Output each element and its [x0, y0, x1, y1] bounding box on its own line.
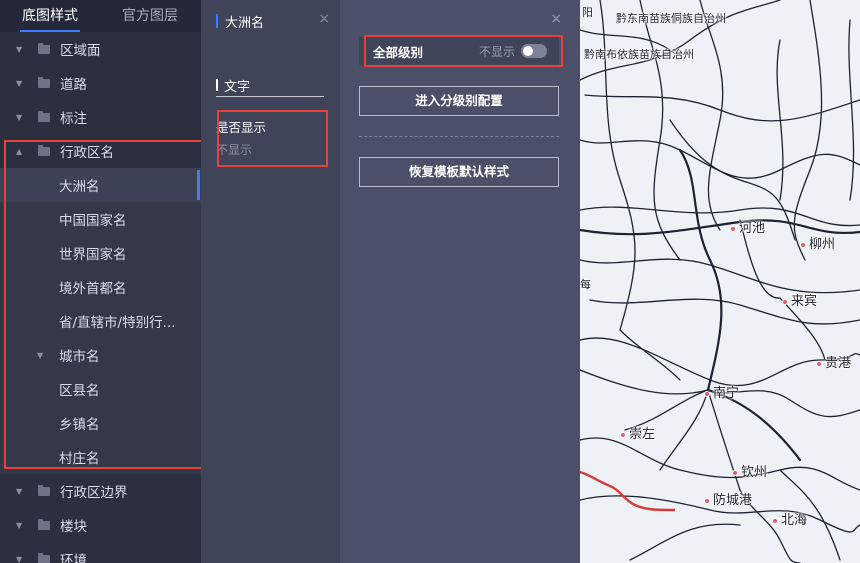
- city-marker: [800, 241, 806, 248]
- tree-item-label: 环境: [60, 553, 87, 563]
- chevron-down-icon: ▼: [16, 520, 23, 530]
- section-marker: [216, 79, 218, 91]
- panel-header: 大洲名 ×: [201, 0, 340, 42]
- chevron-up-icon: ▲: [16, 146, 23, 156]
- tree-item-labels[interactable]: ▼ 标注: [0, 100, 201, 134]
- map-label-beihai: 北海: [772, 509, 807, 528]
- tree-item-town-name[interactable]: 乡镇名: [0, 406, 201, 440]
- map-label-hechi: 河池: [730, 217, 765, 236]
- tab-basemap-style[interactable]: 底图样式: [0, 0, 100, 32]
- map-label-qiandongnan: 黔东南苗族侗族自治州: [616, 12, 726, 25]
- tree-item-province-name[interactable]: 省/直辖市/特别行...: [0, 304, 201, 338]
- city-marker: [704, 497, 710, 504]
- chevron-down-icon: ▼: [16, 78, 23, 88]
- city-marker: [816, 360, 822, 367]
- tree-item-label: 行政区边界: [60, 485, 128, 501]
- tree-item-admin-names[interactable]: ▲ 行政区名: [0, 134, 201, 168]
- tree-item-roads[interactable]: ▼ 道路: [0, 66, 201, 100]
- tree-item-label: 标注: [60, 111, 87, 127]
- map-label-laibin: 来宾: [782, 290, 817, 309]
- enter-level-config-button[interactable]: 进入分级别配置: [359, 86, 559, 116]
- map-label-nanning: 南宁: [704, 382, 739, 401]
- visibility-label: 是否显示: [216, 120, 267, 135]
- map-label-fangchenggang: 防城港: [704, 489, 752, 508]
- map-label-edge-top: 阳: [582, 6, 593, 19]
- map-label-edge-mid: 每: [580, 278, 591, 291]
- tree-item-label: 大洲名: [59, 179, 100, 195]
- visibility-field[interactable]: 是否显示 不显示: [216, 117, 266, 158]
- tree-item-label: 区域面: [60, 43, 101, 59]
- visibility-toggle[interactable]: [521, 44, 547, 58]
- visibility-value: 不显示: [216, 143, 253, 157]
- close-icon[interactable]: ×: [318, 11, 330, 27]
- all-levels-label: 全部级别: [373, 44, 424, 60]
- folder-icon: [38, 552, 50, 563]
- tree-item-label: 道路: [60, 77, 87, 93]
- folder-icon: [38, 110, 50, 122]
- panel-tabs: 底图样式 官方图层: [0, 0, 201, 32]
- tree-item-label: 行政区名: [60, 145, 114, 161]
- tree-item-label: 中国国家名: [59, 213, 127, 229]
- tree-item-continent-name[interactable]: 大洲名: [0, 168, 201, 202]
- folder-icon: [38, 518, 50, 530]
- map-label-chongzuo: 崇左: [620, 423, 655, 442]
- section-text[interactable]: 文字: [216, 74, 324, 97]
- tree-item-environment[interactable]: ▼ 环境: [0, 542, 201, 563]
- tree-item-label: 境外首都名: [59, 281, 127, 297]
- city-marker: [782, 298, 788, 305]
- map-label-qinzhou: 钦州: [732, 461, 767, 480]
- section-title: 文字: [224, 79, 251, 95]
- folder-icon: [38, 42, 50, 54]
- all-levels-row: 全部级别 不显示: [359, 37, 559, 65]
- tree-item-foreign-capital-name[interactable]: 境外首都名: [0, 270, 201, 304]
- city-marker: [620, 431, 626, 438]
- close-icon[interactable]: ×: [550, 11, 562, 27]
- chevron-down-icon: ▼: [16, 44, 23, 54]
- title-marker: [216, 14, 218, 28]
- map-label-guigang: 贵港: [816, 352, 851, 371]
- tree-item-china-country-name[interactable]: 中国国家名: [0, 202, 201, 236]
- tree-item-label: 省/直辖市/特别行...: [59, 315, 176, 331]
- tree-item-label: 楼块: [60, 519, 87, 535]
- panel-title: 大洲名: [225, 15, 265, 31]
- tree-item-area[interactable]: ▼ 区域面: [0, 32, 201, 66]
- city-marker: [730, 225, 736, 232]
- tree-item-label: 区县名: [59, 383, 100, 399]
- city-marker: [772, 517, 778, 524]
- map-preview[interactable]: 阳 黔东南苗族侗族自治州 黔南布依族苗族自治州 每 河池 柳州 来宾 贵港 南宁…: [580, 0, 860, 563]
- tree-item-label: 城市名: [59, 349, 100, 365]
- city-marker: [732, 469, 738, 476]
- tree-item-admin-boundary[interactable]: ▼ 行政区边界: [0, 474, 201, 508]
- restore-default-style-button[interactable]: 恢复模板默认样式: [359, 157, 559, 187]
- tree-item-district-name[interactable]: 区县名: [0, 372, 201, 406]
- chevron-down-icon: ▼: [16, 112, 23, 122]
- divider: [359, 136, 559, 137]
- city-marker: [704, 390, 710, 397]
- map-label-liuzhou: 柳州: [800, 233, 835, 252]
- tab-official-layers[interactable]: 官方图层: [100, 0, 200, 32]
- folder-icon: [38, 144, 50, 156]
- chevron-down-icon: ▼: [16, 554, 23, 563]
- tree-item-village-name[interactable]: 村庄名: [0, 440, 201, 474]
- tree-item-buildings[interactable]: ▼ 楼块: [0, 508, 201, 542]
- tree-item-label: 乡镇名: [59, 417, 100, 433]
- folder-icon: [38, 76, 50, 88]
- tree-item-label: 村庄名: [59, 451, 100, 467]
- chevron-down-icon: ▼: [16, 486, 23, 496]
- tree-item-world-country-name[interactable]: 世界国家名: [0, 236, 201, 270]
- national-border-line: [580, 470, 676, 512]
- tree-item-city-name[interactable]: ▼ 城市名: [0, 338, 201, 372]
- config-panel: × 全部级别 不显示 进入分级别配置 恢复模板默认样式: [340, 0, 580, 563]
- left-tree-panel: 底图样式 官方图层 ▼ 区域面 ▼ 道路 ▼ 标注 ▲ 行政区名 大洲名 中国国…: [0, 0, 201, 563]
- road-network: [580, 0, 860, 563]
- all-levels-state: 不显示: [478, 44, 515, 59]
- style-item-panel: 大洲名 × 文字 是否显示 不显示: [201, 0, 340, 563]
- tree-item-label: 世界国家名: [59, 247, 127, 263]
- folder-icon: [38, 484, 50, 496]
- chevron-down-icon: ▼: [37, 350, 44, 360]
- map-label-qiannan: 黔南布依族苗族自治州: [584, 48, 694, 61]
